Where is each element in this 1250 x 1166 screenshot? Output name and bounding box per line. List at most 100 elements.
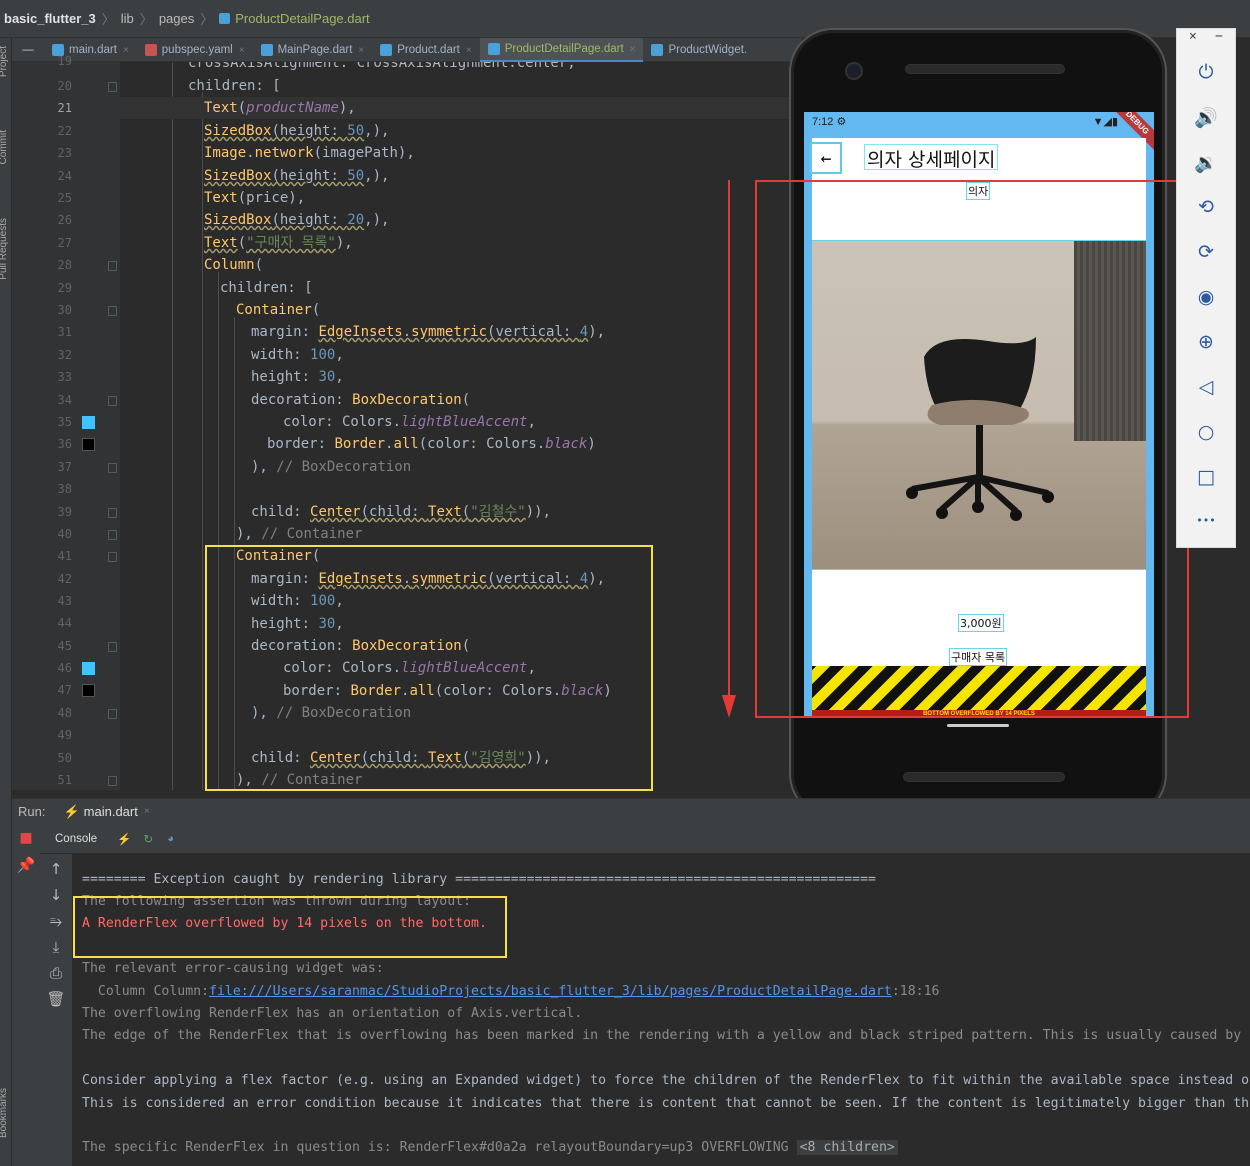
project-tool-tab[interactable]: Project <box>0 46 9 77</box>
tab-mainpage-dart[interactable]: MainPage.dart × <box>253 38 373 62</box>
line-number: 28 <box>57 258 72 272</box>
devtools-icon[interactable]: ◕ <box>167 833 174 845</box>
pin-icon[interactable]: 📌 <box>16 856 36 874</box>
back-button[interactable]: ← <box>810 142 842 174</box>
line-number: 30 <box>57 303 72 317</box>
tab-label: Product.dart <box>397 44 460 56</box>
rotate-left-icon[interactable]: ⟲ <box>1193 194 1219 220</box>
tab-label: MainPage.dart <box>277 44 353 56</box>
breadcrumb-lib[interactable]: lib <box>121 11 134 26</box>
volume-down-icon[interactable]: 🔉 <box>1193 149 1219 175</box>
fold-marker-icon[interactable] <box>108 82 117 92</box>
arrow-up-icon[interactable]: ↑ <box>46 860 66 878</box>
close-icon[interactable]: × <box>239 45 245 56</box>
fold-marker-icon[interactable] <box>108 463 117 473</box>
editor-gutter: 19 20 21 22 23 24 25 26 27 28 29 30 31 3… <box>12 54 120 790</box>
line-number: 32 <box>57 348 72 362</box>
tab-product-dart[interactable]: Product.dart × <box>372 38 480 62</box>
down-arrow-annotation <box>722 180 736 718</box>
screen-highlight-box <box>755 180 1189 718</box>
collapse-icon[interactable]: — <box>12 38 44 61</box>
home-indicator[interactable] <box>947 724 1009 727</box>
color-swatch-light-blue[interactable] <box>82 662 95 675</box>
pull-requests-tool-tab[interactable]: Pull Requests <box>0 218 9 280</box>
arrow-down-icon[interactable]: ↓ <box>46 886 66 904</box>
minimize-icon[interactable]: − <box>1215 29 1223 44</box>
arrow-left-icon: ← <box>820 147 832 169</box>
emulator-toolbar: × − ⏻ 🔊 🔉 ⟲ ⟳ ◉ ⊕ ◁ ○ □ ••• <box>1176 28 1236 548</box>
breadcrumb-file[interactable]: ProductDetailPage.dart <box>235 11 369 26</box>
overview-square-icon[interactable]: □ <box>1193 464 1219 490</box>
line-number: 27 <box>57 236 72 250</box>
color-swatch-black[interactable] <box>82 684 95 697</box>
run-config-tab[interactable]: main.dart <box>84 804 138 819</box>
code-line-19: crossAxisAlignment: CrossAxisAlignment.c… <box>188 62 576 71</box>
fold-marker-icon[interactable] <box>108 709 117 719</box>
console-line: Column Column:file:///Users/saranmac/Stu… <box>82 984 940 999</box>
breadcrumb-pages[interactable]: pages <box>159 11 194 26</box>
color-swatch-light-blue[interactable] <box>82 416 95 429</box>
home-circle-icon[interactable]: ○ <box>1193 419 1219 445</box>
code-line-28: Column( <box>204 257 264 273</box>
scroll-to-end-icon[interactable]: ⤓ <box>46 938 66 956</box>
line-number: 43 <box>57 594 72 608</box>
rotate-right-icon[interactable]: ⟳ <box>1193 239 1219 265</box>
close-icon[interactable]: × <box>630 44 636 55</box>
code-line-27: Text("구매자 목록"), <box>204 235 353 251</box>
camera-icon <box>845 62 863 80</box>
fold-marker-icon[interactable] <box>108 396 117 406</box>
power-icon[interactable]: ⏻ <box>1193 59 1219 85</box>
volume-up-icon[interactable]: 🔊 <box>1193 104 1219 130</box>
fold-marker-icon[interactable] <box>108 530 117 540</box>
color-swatch-black[interactable] <box>82 438 95 451</box>
code-line-22: SizedBox(height: 50,), <box>204 123 390 139</box>
code-line-23: Image.network(imagePath), <box>204 145 415 161</box>
yaml-file-icon <box>144 44 157 56</box>
line-number: 42 <box>57 572 72 586</box>
code-line-20: children: [ <box>188 78 281 94</box>
hot-restart-icon[interactable]: ↻ <box>144 832 154 846</box>
fold-marker-icon[interactable] <box>108 508 117 518</box>
wifi-battery-icon: ▼◢▮ <box>1092 116 1118 128</box>
tab-productwidget-dart[interactable]: ProductWidget. <box>643 38 755 62</box>
line-number: 34 <box>57 393 72 407</box>
children-badge[interactable]: <8 children> <box>796 1140 898 1155</box>
speaker-grille <box>903 772 1065 782</box>
fold-marker-icon[interactable] <box>108 776 117 786</box>
tab-label: main.dart <box>69 44 117 56</box>
console-line: ======== Exception caught by rendering l… <box>82 872 876 887</box>
file-link[interactable]: file:///Users/saranmac/StudioProjects/ba… <box>209 984 892 999</box>
more-icon[interactable]: ••• <box>1193 507 1219 533</box>
breadcrumb-project[interactable]: basic_flutter_3 <box>4 11 96 26</box>
trash-icon[interactable]: 🗑 <box>46 990 66 1008</box>
line-number: 46 <box>57 661 72 675</box>
tab-pubspec-yaml[interactable]: pubspec.yaml × <box>137 38 253 62</box>
line-number: 36 <box>57 437 72 451</box>
back-triangle-icon[interactable]: ◁ <box>1193 374 1219 400</box>
code-line-24: SizedBox(height: 50,), <box>204 168 390 184</box>
zoom-icon[interactable]: ⊕ <box>1193 329 1219 355</box>
run-tool-window-header: Run: ⚡ main.dart × <box>12 798 1250 824</box>
line-number: 24 <box>57 169 72 183</box>
fold-marker-icon[interactable] <box>108 642 117 652</box>
bookmarks-tool-tab[interactable]: Bookmarks <box>0 1088 9 1138</box>
fold-marker-icon[interactable] <box>108 552 117 562</box>
close-icon[interactable]: × <box>144 806 150 817</box>
commit-tool-tab[interactable]: Commit <box>0 130 9 164</box>
close-icon[interactable]: × <box>466 45 472 56</box>
tab-productdetailpage-dart[interactable]: ProductDetailPage.dart × <box>479 38 644 62</box>
print-icon[interactable]: ⎙ <box>46 964 66 982</box>
console-line: This is considered an error condition be… <box>82 1096 1250 1111</box>
hot-reload-icon[interactable]: ⚡ <box>117 832 131 846</box>
close-icon[interactable]: × <box>1189 29 1197 44</box>
code-line-40: ), // Container <box>236 526 363 542</box>
soft-wrap-icon[interactable]: ⥱ <box>46 912 66 930</box>
fold-marker-icon[interactable] <box>108 306 117 316</box>
close-icon[interactable]: × <box>123 45 129 56</box>
tab-console[interactable]: Console <box>55 833 97 845</box>
stop-icon[interactable]: ■ <box>16 830 36 846</box>
close-icon[interactable]: × <box>358 45 364 56</box>
fold-marker-icon[interactable] <box>108 261 117 271</box>
screenshot-camera-icon[interactable]: ◉ <box>1193 284 1219 310</box>
console-toolbar: Console ⚡ ↻ ◕ <box>40 824 1250 854</box>
